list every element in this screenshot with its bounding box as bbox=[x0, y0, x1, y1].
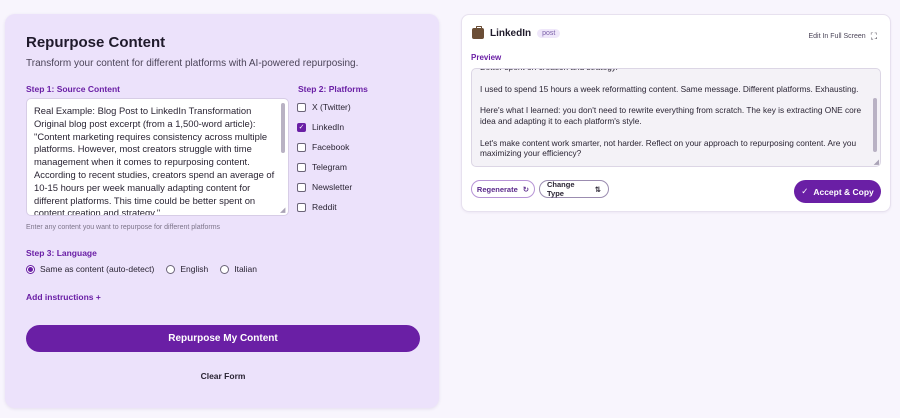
source-helper-text: Enter any content you want to repurpose … bbox=[26, 224, 221, 231]
platform-label: Newsletter bbox=[312, 182, 353, 192]
refresh-icon: ↻ bbox=[522, 184, 530, 194]
checkbox-reddit[interactable] bbox=[297, 202, 306, 212]
checkmark-icon: ✓ bbox=[801, 186, 809, 196]
language-option-italian[interactable]: Italian bbox=[220, 264, 257, 274]
platform-option-facebook[interactable]: Facebook bbox=[297, 142, 349, 152]
expand-icon: ⛶ bbox=[870, 31, 877, 41]
language-radio-group: Same as content (auto-detect) English It… bbox=[26, 264, 263, 274]
step3-label: Step 3: Language bbox=[26, 248, 97, 258]
checkbox-linkedin[interactable]: ✓ bbox=[297, 122, 306, 132]
platform-label: Facebook bbox=[312, 142, 350, 152]
source-scrollbar[interactable] bbox=[281, 103, 285, 153]
language-label: Same as content (auto-detect) bbox=[40, 264, 155, 274]
briefcase-icon bbox=[472, 26, 484, 39]
language-label: Italian bbox=[234, 264, 257, 274]
result-card: LinkedIn post Edit In Full Screen ⛶ Prev… bbox=[461, 14, 891, 212]
platform-option-linkedin[interactable]: ✓ LinkedIn bbox=[297, 122, 344, 132]
sort-arrows-icon: ⇅ bbox=[594, 184, 601, 194]
checkbox-x-twitter[interactable] bbox=[297, 102, 306, 112]
source-content-textarea[interactable]: Real Example: Blog Post to LinkedIn Tran… bbox=[26, 98, 289, 216]
source-content-value[interactable]: Real Example: Blog Post to LinkedIn Tran… bbox=[34, 105, 276, 215]
resize-handle-icon[interactable]: ◢ bbox=[280, 207, 287, 214]
checkbox-telegram[interactable] bbox=[297, 162, 306, 172]
clear-form-button[interactable]: Clear Form bbox=[26, 371, 420, 381]
platform-option-newsletter[interactable]: Newsletter bbox=[297, 182, 352, 192]
repurpose-button[interactable]: Repurpose My Content bbox=[26, 325, 420, 352]
radio-auto-detect[interactable] bbox=[26, 264, 35, 274]
checkbox-newsletter[interactable] bbox=[297, 182, 306, 192]
language-option-english[interactable]: English bbox=[166, 264, 208, 274]
preview-text[interactable]: Better spent on creation and strategy. I… bbox=[480, 69, 868, 159]
preview-label: Preview bbox=[471, 53, 502, 62]
accept-label: Accept & Copy bbox=[813, 186, 874, 197]
page-title: Repurpose Content bbox=[26, 34, 166, 51]
add-instructions-link[interactable]: Add instructions + bbox=[26, 292, 101, 302]
checkbox-facebook[interactable] bbox=[297, 142, 306, 152]
language-option-auto[interactable]: Same as content (auto-detect) bbox=[26, 264, 154, 274]
page-subtitle: Transform your content for different pla… bbox=[26, 58, 359, 69]
repurpose-form-card: Repurpose Content Transform your content… bbox=[5, 14, 439, 408]
result-header: LinkedIn post bbox=[472, 26, 561, 39]
preview-textarea[interactable]: Better spent on creation and strategy. I… bbox=[471, 68, 881, 167]
regenerate-button[interactable]: Regenerate ↻ bbox=[471, 180, 535, 198]
result-platform-name: LinkedIn bbox=[490, 28, 532, 39]
fullscreen-label: Edit In Full Screen bbox=[808, 33, 866, 40]
platform-option-reddit[interactable]: Reddit bbox=[297, 202, 337, 212]
accept-copy-button[interactable]: ✓ Accept & Copy bbox=[794, 180, 881, 203]
platform-label: X (Twitter) bbox=[312, 102, 351, 112]
change-type-label: Change Type bbox=[547, 180, 575, 198]
regenerate-label: Regenerate bbox=[476, 184, 518, 194]
platform-label: LinkedIn bbox=[312, 122, 345, 132]
radio-english[interactable] bbox=[166, 264, 176, 274]
post-type-badge: post bbox=[537, 29, 561, 38]
change-type-button[interactable]: Change Type ⇅ bbox=[539, 180, 609, 198]
platform-option-x-twitter[interactable]: X (Twitter) bbox=[297, 102, 351, 112]
step2-label: Step 2: Platforms bbox=[298, 84, 368, 94]
platform-label: Reddit bbox=[312, 202, 337, 212]
edit-fullscreen-button[interactable]: Edit In Full Screen ⛶ bbox=[808, 31, 877, 42]
platform-label: Telegram bbox=[312, 162, 347, 172]
radio-italian[interactable] bbox=[220, 264, 230, 274]
resize-handle-icon[interactable]: ◢ bbox=[874, 158, 879, 166]
step1-label: Step 1: Source Content bbox=[26, 84, 120, 94]
language-label: English bbox=[180, 264, 209, 274]
preview-scrollbar[interactable] bbox=[873, 98, 877, 152]
platform-option-telegram[interactable]: Telegram bbox=[297, 162, 347, 172]
